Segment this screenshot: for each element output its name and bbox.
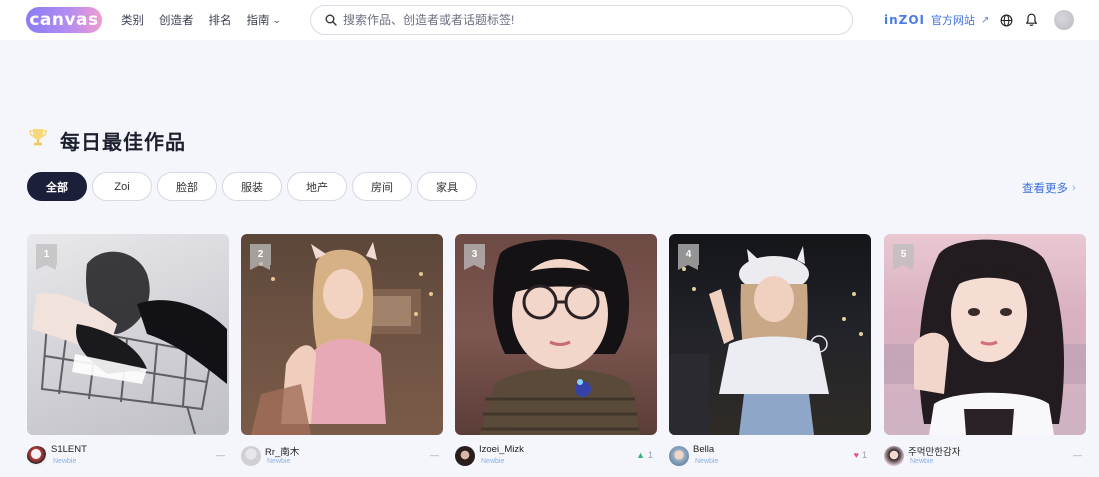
nav-label: 创造者	[159, 15, 194, 27]
main-nav: 类别 创造者 排名 指南 ⌄	[121, 0, 282, 40]
section-title: 每日最佳作品	[60, 132, 186, 154]
heart-icon: ♥	[853, 450, 859, 460]
bell-icon[interactable]	[1023, 12, 1039, 28]
work-card[interactable]: 1 S1LENT Newbie —	[27, 234, 229, 477]
author-level: Newbie	[267, 458, 291, 465]
author-avatar[interactable]	[27, 446, 47, 466]
author-name[interactable]: Izoei_Mizk	[479, 444, 524, 455]
rank-change-value: —	[216, 450, 225, 460]
filter-furniture[interactable]: 家具	[417, 172, 477, 201]
official-site-link[interactable]: inZOI 官方网站 ↗	[884, 12, 989, 28]
filter-pills: 全部 Zoi 脸部 服装 地产 房间 家具	[27, 172, 477, 201]
author-avatar[interactable]	[884, 446, 904, 466]
work-card[interactable]: 5 주먹만한감자 Newbie —	[884, 234, 1086, 477]
nav-ranking[interactable]: 排名	[209, 12, 232, 28]
filter-all[interactable]: 全部	[27, 172, 87, 201]
rank-change: ▲ 1	[636, 450, 653, 460]
search-bar[interactable]	[310, 5, 853, 35]
rank-change-value: —	[1073, 450, 1082, 460]
thumbnail-art	[669, 246, 863, 435]
filter-zoi[interactable]: Zoi	[92, 172, 152, 201]
thumbnail-art	[251, 242, 433, 435]
filter-clothing[interactable]: 服装	[222, 172, 282, 201]
like-count: ♥ 1	[854, 450, 867, 460]
work-card[interactable]: 4 Bella Newbie ♥ 1	[669, 234, 871, 477]
rank-change: —	[1073, 450, 1082, 460]
thumbnail-art	[884, 239, 1086, 435]
card-thumbnail[interactable]: 5	[884, 234, 1086, 435]
card-meta: Bella Newbie ♥ 1	[669, 444, 871, 470]
thumbnail-art	[32, 251, 227, 435]
card-thumbnail[interactable]: 4	[669, 234, 871, 435]
filter-room[interactable]: 房间	[352, 172, 412, 201]
canvas-logo[interactable]: canvas	[26, 7, 102, 33]
filter-face[interactable]: 脸部	[157, 172, 217, 201]
card-meta: 주먹만한감자 Newbie —	[884, 444, 1086, 470]
author-name[interactable]: Bella	[693, 444, 714, 455]
author-name[interactable]: Rr_南木	[265, 444, 299, 458]
filter-property[interactable]: 地产	[287, 172, 347, 201]
author-name[interactable]: 주먹만한감자	[908, 444, 960, 458]
thumbnail-art	[480, 239, 640, 435]
author-level: Newbie	[481, 458, 505, 465]
author-name[interactable]: S1LENT	[51, 444, 87, 455]
external-link-icon: ↗	[981, 14, 990, 26]
work-card[interactable]: 3 Izoei_Mizk Newbie ▲ 1	[455, 234, 657, 477]
card-meta: S1LENT Newbie —	[27, 444, 229, 470]
card-thumbnail[interactable]: 1	[27, 234, 229, 435]
author-avatar[interactable]	[241, 446, 261, 466]
globe-icon[interactable]	[998, 12, 1014, 28]
rank-change-value: —	[430, 450, 439, 460]
see-more-label: 查看更多	[1022, 183, 1068, 195]
nav-label: 指南	[246, 15, 270, 27]
nav-label: 类别	[121, 15, 144, 27]
author-avatar[interactable]	[669, 446, 689, 466]
author-level: Newbie	[910, 458, 934, 465]
nav-categories[interactable]: 类别	[121, 12, 144, 28]
nav-creators[interactable]: 创造者	[159, 12, 194, 28]
author-level: Newbie	[695, 458, 719, 465]
rank-change: —	[430, 450, 439, 460]
work-card[interactable]: 2 Rr_南木 Newbie —	[241, 234, 443, 477]
rank-change: —	[216, 450, 225, 460]
rank-badge: 4	[678, 244, 699, 270]
inzoi-logo: inZOI	[884, 13, 926, 27]
nav-guide[interactable]: 指南 ⌄	[246, 12, 282, 28]
card-thumbnail[interactable]: 2	[241, 234, 443, 435]
top-header: canvas 类别 创造者 排名 指南 ⌄ inZOI 官方网站 ↗	[0, 0, 1099, 40]
nav-label: 排名	[208, 15, 232, 27]
user-avatar[interactable]	[1054, 10, 1074, 30]
rank-up-icon: ▲	[636, 450, 645, 460]
chevron-down-icon: ⌄	[271, 14, 282, 25]
card-meta: Rr_南木 Newbie —	[241, 444, 443, 470]
card-thumbnail[interactable]: 3	[455, 234, 657, 435]
rank-badge: 2	[250, 244, 271, 270]
chevron-right-icon: ›	[1072, 182, 1076, 194]
rank-badge: 5	[893, 244, 914, 270]
rank-badge: 3	[464, 244, 485, 270]
like-count-value: 1	[861, 450, 867, 460]
rank-badge: 1	[36, 244, 57, 270]
trophy-icon	[29, 129, 47, 146]
search-input[interactable]	[343, 13, 852, 27]
author-level: Newbie	[53, 458, 77, 465]
author-avatar[interactable]	[455, 446, 475, 466]
rank-change-value: 1	[647, 450, 653, 460]
see-more-link[interactable]: 查看更多 ›	[1022, 180, 1076, 196]
official-site-label: 官方网站	[931, 15, 976, 27]
card-meta: Izoei_Mizk Newbie ▲ 1	[455, 444, 657, 470]
search-icon	[325, 14, 337, 26]
